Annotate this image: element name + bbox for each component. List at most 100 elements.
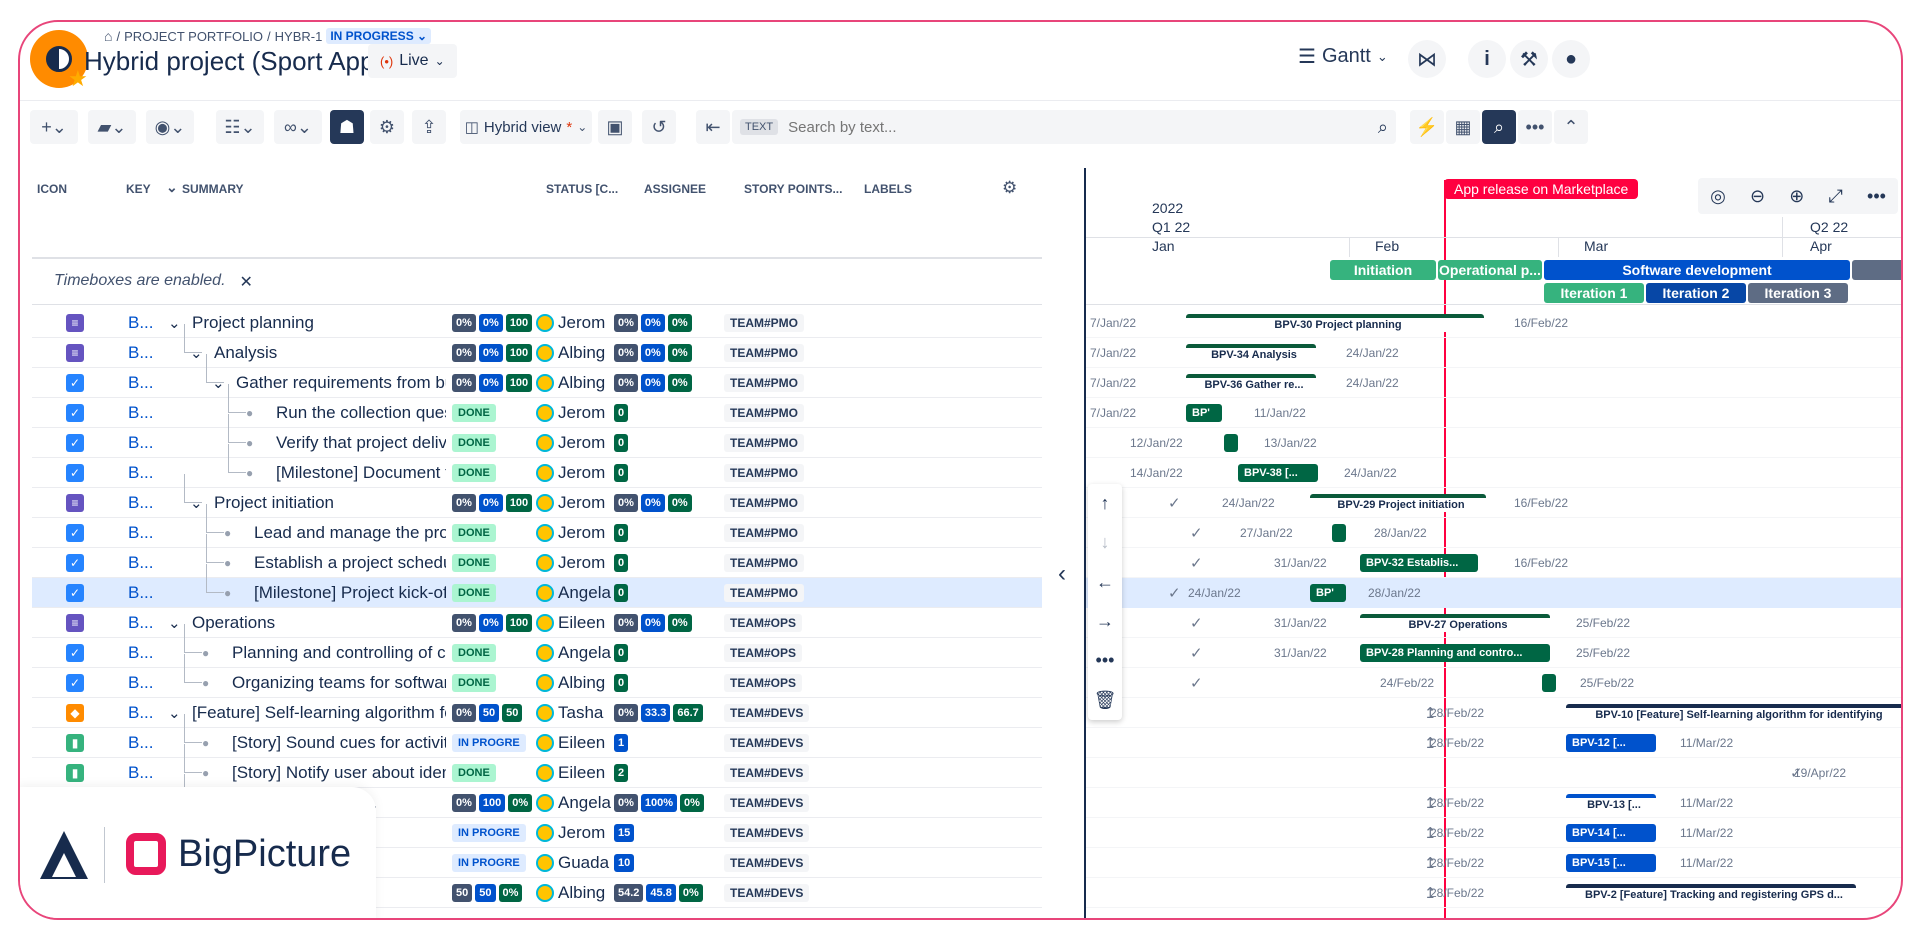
view-select[interactable]: ◫ Hybrid view * ⌄	[460, 110, 592, 144]
project-title[interactable]: Hybrid project (Sport App) ⌄	[84, 46, 407, 77]
assignee-cell[interactable]: Jerom	[536, 548, 614, 578]
assignee-cell[interactable]: Albing	[536, 878, 614, 908]
story-points-cell[interactable]: 0	[614, 668, 724, 698]
phase-software-dev[interactable]: Software development	[1544, 260, 1850, 280]
label-badge[interactable]: TEAM#DEVS	[724, 794, 810, 812]
expand-chevron-icon[interactable]: ⌄	[190, 338, 203, 368]
story-points-cell[interactable]: 0% 0% 0%	[614, 608, 724, 638]
more-icon[interactable]: •••	[1096, 650, 1115, 671]
label-badge[interactable]: TEAM#DEVS	[724, 734, 810, 752]
table-row[interactable]: ✓ B... ● Run the collection questiona... DON…	[32, 384, 1042, 428]
table-row[interactable]: ≡ B... ⌄ Analysis 0% 0% 100 Albing 0% 0% 0% TEAM#PM…	[32, 324, 1042, 368]
user-button[interactable]: ●	[1552, 40, 1590, 78]
label-badge[interactable]: TEAM#OPS	[724, 614, 803, 632]
summary[interactable]: Project planning	[192, 308, 446, 338]
issue-key[interactable]: B...	[128, 668, 154, 698]
gantt-bar[interactable]: BPV-13 [...	[1566, 794, 1656, 812]
story-points-cell[interactable]: 15	[614, 818, 724, 848]
target-icon[interactable]: ◎	[1710, 186, 1726, 207]
status-cell[interactable]: DONE	[452, 548, 538, 578]
summary[interactable]: Planning and controlling of chang...	[232, 638, 446, 668]
summary[interactable]: Run the collection questiona...	[276, 398, 446, 428]
search-icon[interactable]: ⌕	[1378, 117, 1388, 138]
breadcrumb-key[interactable]: HYBR-1	[275, 29, 323, 44]
gantt-bar[interactable]: BP'	[1186, 404, 1222, 422]
search-input[interactable]	[788, 118, 1368, 136]
status-cell[interactable]: 0% 0% 100	[452, 338, 538, 368]
search-tag[interactable]: TEXT	[740, 119, 779, 135]
story-points-cell[interactable]: 0% 0% 0%	[614, 338, 724, 368]
collapse-grid-icon[interactable]: ‹	[1058, 560, 1066, 588]
indent-icon[interactable]: →	[1096, 611, 1114, 632]
assignee-cell[interactable]: Jerom	[536, 488, 614, 518]
label-badge[interactable]: TEAM#PMO	[724, 524, 805, 542]
more-icon[interactable]: •••	[1867, 186, 1886, 207]
status-cell[interactable]: DONE	[452, 668, 538, 698]
story-points-cell[interactable]: 0	[614, 578, 724, 608]
upload-icon[interactable]: ↥	[1424, 794, 1437, 812]
move-up-icon[interactable]: ↑	[1101, 493, 1110, 514]
expand-chevron-icon[interactable]: ⌄	[168, 308, 181, 338]
export-button[interactable]: ⇪	[412, 110, 446, 144]
check-icon[interactable]: ✓	[1790, 764, 1803, 782]
label-badge[interactable]: TEAM#DEVS	[724, 704, 810, 722]
label-badge[interactable]: TEAM#PMO	[724, 554, 805, 572]
status-cell[interactable]: 0% 100 0%	[452, 788, 538, 818]
move-down-icon[interactable]: ↓	[1101, 532, 1110, 553]
iteration-3[interactable]: Iteration 3	[1748, 283, 1848, 303]
assignee-cell[interactable]: Albing	[536, 668, 614, 698]
column-assignee[interactable]: ASSIGNEE	[644, 182, 706, 196]
label-badge[interactable]: TEAM#DEVS	[724, 824, 810, 842]
summary[interactable]: Project initiation	[214, 488, 446, 518]
status-cell[interactable]: 0% 0% 100	[452, 608, 538, 638]
table-row[interactable]: ✓ B... ● Verify that project deliverabl... D…	[32, 414, 1042, 458]
search-toggle-button[interactable]: ⌕	[1482, 110, 1516, 144]
status-cell[interactable]: 0% 0% 100	[452, 368, 538, 398]
upload-icon[interactable]: ↥	[1424, 734, 1437, 752]
gantt-bar[interactable]: BPV-10 [Feature] Self-learning algorithm…	[1566, 704, 1901, 722]
table-row[interactable]: ✓ B... ● Lead and manage the project t... DO…	[32, 504, 1042, 548]
assignee-cell[interactable]: Albing	[536, 338, 614, 368]
gear-button[interactable]: ⚙	[370, 110, 404, 144]
status-cell[interactable]: DONE	[452, 458, 538, 488]
status-cell[interactable]: IN PROGRE	[452, 728, 538, 758]
story-points-cell[interactable]: 0% 0% 0%	[614, 488, 724, 518]
gantt-bar[interactable]: BPV-15 [...	[1566, 854, 1656, 872]
summary[interactable]: Establish a project schedule	[254, 548, 446, 578]
label-badge[interactable]: TEAM#PMO	[724, 434, 805, 452]
gantt-bar[interactable]: BPV-14 [...	[1566, 824, 1656, 842]
status-cell[interactable]: DONE	[452, 638, 538, 668]
gantt-bar[interactable]: BPV-32 Establis...	[1360, 554, 1478, 572]
status-cell[interactable]: DONE	[452, 428, 538, 458]
expand-all-icon[interactable]: ⌄	[166, 179, 178, 196]
status-cell[interactable]: 0% 0% 100	[452, 308, 538, 338]
table-row[interactable]: ≡ B... ⌄ Project initiation 0% 0% 100 Jerom 0% 0%…	[32, 474, 1042, 518]
gantt-bar[interactable]: BPV-38 [...	[1238, 464, 1318, 482]
lightning-button[interactable]: ⚡	[1410, 110, 1444, 144]
assignee-cell[interactable]: Albing	[536, 368, 614, 398]
assignee-cell[interactable]: Jerom	[536, 518, 614, 548]
gantt-bar[interactable]: BPV-36 Gather re...	[1186, 374, 1316, 392]
folder-button[interactable]: ▰⌄	[88, 110, 136, 144]
story-points-cell[interactable]: 0% 0% 0%	[614, 368, 724, 398]
expand-chevron-icon[interactable]: ⌄	[168, 608, 181, 638]
assignee-cell[interactable]: Tasha	[536, 698, 614, 728]
outdent-icon[interactable]: ←	[1096, 572, 1114, 593]
label-badge[interactable]: TEAM#PMO	[724, 374, 805, 392]
issue-key[interactable]: B...	[128, 518, 154, 548]
gantt-bar[interactable]	[1542, 674, 1556, 692]
zoom-out-icon[interactable]: ⊖	[1750, 186, 1765, 207]
marker-label[interactable]: App release on Marketplace	[1444, 179, 1639, 199]
summary[interactable]: Lead and manage the project t...	[254, 518, 446, 548]
link-button[interactable]: ∞⌄	[274, 110, 322, 144]
table-row[interactable]: ✓ B... ● Establish a project schedule DONE Je…	[32, 534, 1042, 578]
story-points-cell[interactable]: 0	[614, 458, 724, 488]
label-badge[interactable]: TEAM#OPS	[724, 644, 803, 662]
trash-icon[interactable]: 🗑	[1094, 690, 1117, 711]
assignee-cell[interactable]: Eileen	[536, 758, 614, 788]
status-cell[interactable]: DONE	[452, 398, 538, 428]
story-points-cell[interactable]: 0	[614, 398, 724, 428]
story-points-cell[interactable]: 0	[614, 428, 724, 458]
save-view-button[interactable]: ▣	[598, 110, 632, 144]
label-badge[interactable]: TEAM#DEVS	[724, 764, 810, 782]
